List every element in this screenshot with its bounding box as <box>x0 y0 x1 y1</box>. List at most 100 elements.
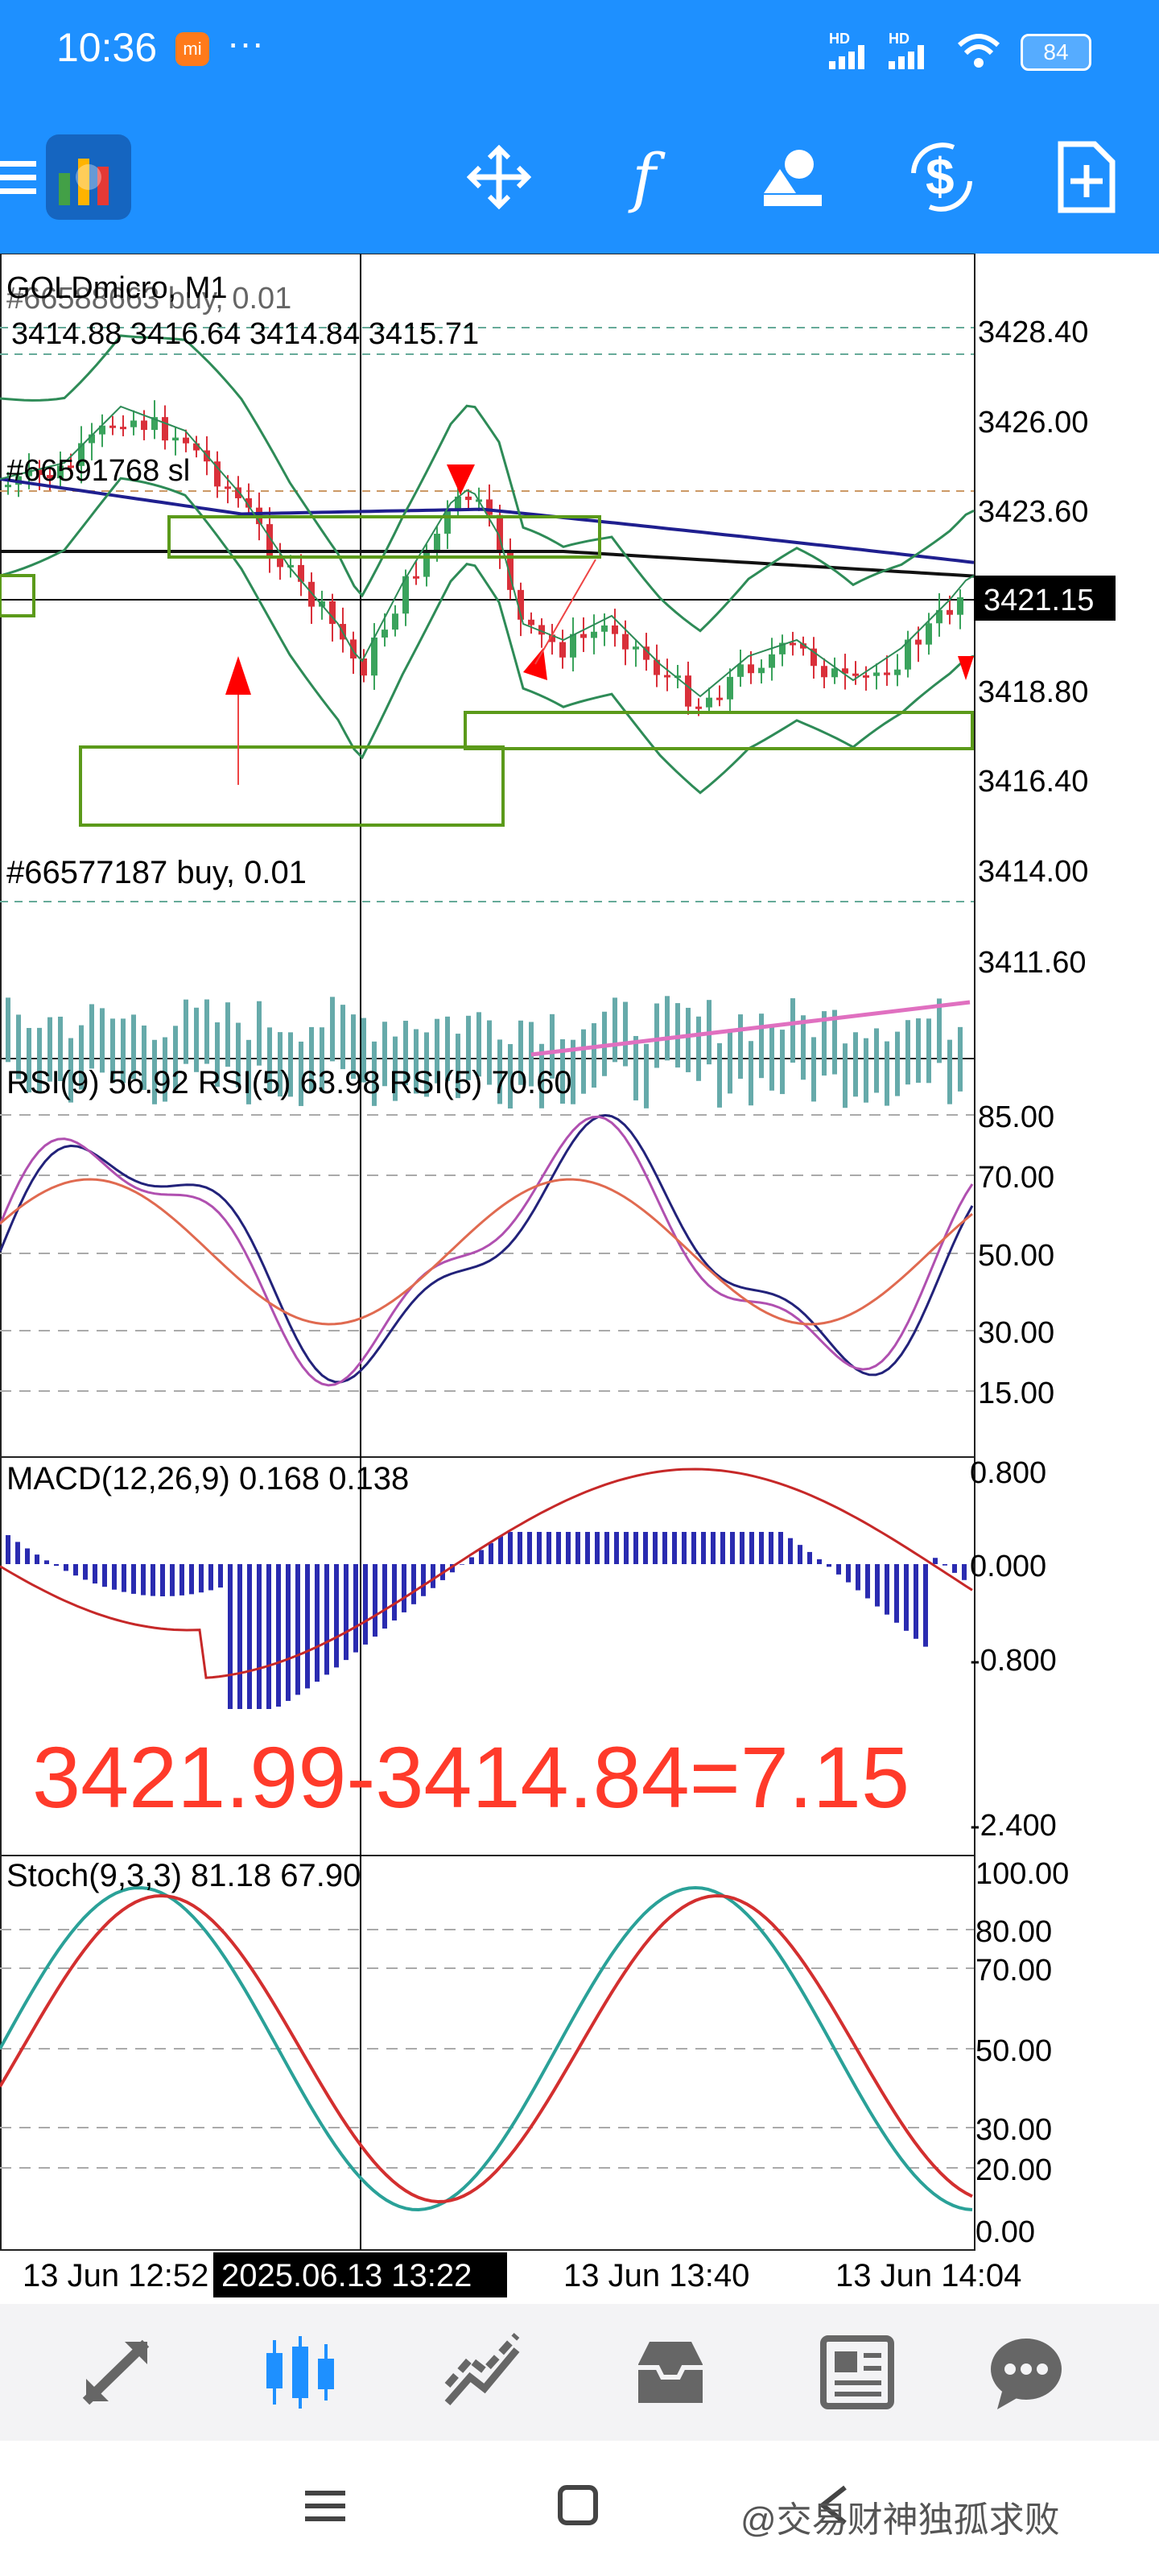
trade-arrows-icon[interactable] <box>72 2328 161 2417</box>
price-tick-label: 3426.00 <box>978 406 1088 440</box>
volume-bar <box>581 1029 586 1094</box>
volume-bar <box>947 1039 952 1104</box>
candle-body <box>601 625 608 632</box>
volume-bar <box>696 1016 701 1081</box>
dollar-timeframe-icon[interactable]: $ <box>897 133 986 221</box>
candle-body <box>570 634 576 658</box>
macd-histogram-bar <box>672 1532 677 1564</box>
candle-body <box>947 609 953 615</box>
candle-body <box>413 576 419 579</box>
chart-canvas[interactable]: 3428.40 3426.00 3423.60 3418.80 3416.40 3414.… <box>0 254 1159 2302</box>
candle-body <box>863 675 869 678</box>
macd-histogram-bar <box>83 1564 88 1580</box>
price-tick-label: 3416.40 <box>978 765 1088 799</box>
price-panel <box>0 327 975 1108</box>
candle-body <box>737 664 744 677</box>
chart-area[interactable]: 3428.40 3426.00 3423.60 3418.80 3416.40 3414.… <box>0 254 1159 2302</box>
candle-body <box>769 654 775 668</box>
macd-histogram-bar <box>25 1548 30 1564</box>
macd-histogram-bar <box>237 1564 242 1709</box>
stoch-tick-label: 80.00 <box>975 1915 1052 1949</box>
volume-bar <box>665 996 670 1061</box>
volume-bar <box>194 1007 199 1072</box>
candle-body <box>685 675 691 707</box>
macd-histogram-bar <box>691 1532 696 1564</box>
candles-icon[interactable] <box>256 2328 344 2417</box>
inbox-icon[interactable] <box>626 2328 715 2417</box>
macd-histogram-bar <box>798 1545 802 1564</box>
home-button[interactable] <box>555 2483 604 2535</box>
objects-icon[interactable] <box>749 133 837 221</box>
signal-icon-2 <box>889 45 924 69</box>
macd-histogram-bar <box>208 1564 213 1591</box>
volume-bar <box>340 1005 345 1070</box>
rsi-panel <box>0 1113 974 1387</box>
macd-histogram-bar <box>93 1564 97 1584</box>
metatrader-logo[interactable] <box>44 133 133 221</box>
macd-histogram-bar <box>160 1564 165 1596</box>
mi-badge: mi <box>175 32 209 66</box>
macd-histogram-bar <box>904 1564 909 1631</box>
macd-histogram-bar <box>73 1564 78 1576</box>
rsi-tick-label: 30.00 <box>978 1316 1054 1350</box>
chart-lines-icon[interactable] <box>439 2328 527 2417</box>
news-icon[interactable] <box>813 2328 901 2417</box>
macd-histogram-bar <box>54 1564 59 1567</box>
volume-bar <box>330 997 335 1062</box>
candle-body <box>706 697 712 708</box>
candle-body <box>591 631 597 638</box>
macd-histogram-bar <box>257 1564 262 1709</box>
crosshair-icon[interactable] <box>455 133 543 221</box>
macd-histogram-bar <box>421 1564 426 1596</box>
function-icon[interactable]: f <box>600 133 688 221</box>
more-dots: ··· <box>227 22 264 64</box>
volume-bar <box>728 1029 732 1094</box>
candle-body <box>664 675 670 678</box>
stoch-tick-label: 30.00 <box>975 2113 1052 2147</box>
candle-body <box>748 664 754 674</box>
macd-histogram-bar <box>460 1564 464 1565</box>
rsi-tick-label: 50.00 <box>978 1239 1054 1273</box>
volume-bar <box>905 1020 910 1085</box>
volume-bar <box>916 1018 921 1084</box>
price-tick-label: 3423.60 <box>978 495 1088 529</box>
arrow-down-3 <box>958 656 974 680</box>
chat-icon[interactable] <box>982 2328 1070 2417</box>
status-time: 10:36 <box>56 25 158 70</box>
macd-histogram-bar <box>344 1564 349 1661</box>
macd-histogram-bar <box>942 1564 947 1566</box>
recents-button[interactable] <box>302 2483 350 2535</box>
candle-body <box>926 623 932 645</box>
candle-body <box>894 669 901 675</box>
ma-black-line <box>0 550 975 578</box>
macd-histogram-bar <box>547 1532 551 1564</box>
macd-histogram-bar <box>682 1532 687 1564</box>
candle-body <box>225 486 231 489</box>
rsi-label: RSI(9) 56.92 RSI(5) 63.98 RSI(5) 70.60 <box>6 1065 572 1100</box>
bottom-nav <box>0 2304 1159 2441</box>
macd-histogram-bar <box>411 1564 416 1604</box>
candle-body <box>957 597 963 615</box>
volume-bar <box>958 1026 963 1092</box>
zone-rectangle <box>79 745 505 827</box>
macd-histogram-bar <box>556 1532 561 1564</box>
stoch-tick-label: 70.00 <box>975 1954 1052 1988</box>
new-order-icon[interactable] <box>1042 133 1131 221</box>
macd-histogram-bar <box>199 1564 204 1593</box>
macd-histogram-bar <box>846 1564 851 1583</box>
order-sl-label: #66591768 sl <box>6 454 190 488</box>
macd-histogram-bar <box>276 1564 281 1707</box>
volume-bar <box>686 1007 691 1072</box>
volume-bar <box>6 997 10 1063</box>
candle-body <box>790 642 796 646</box>
volume-bar <box>885 1041 889 1106</box>
system-nav: @交易财神独孤求败 <box>0 2441 1159 2576</box>
volume-bar <box>654 1003 659 1068</box>
candle-body <box>915 639 922 645</box>
macd-histogram-bar <box>575 1532 580 1564</box>
volume-bar <box>769 1026 774 1091</box>
macd-histogram-bar <box>334 1564 339 1668</box>
watermark: @交易财神独孤求败 <box>740 2500 1060 2540</box>
macd-histogram-bar <box>402 1564 406 1612</box>
volume-bar <box>184 999 188 1064</box>
